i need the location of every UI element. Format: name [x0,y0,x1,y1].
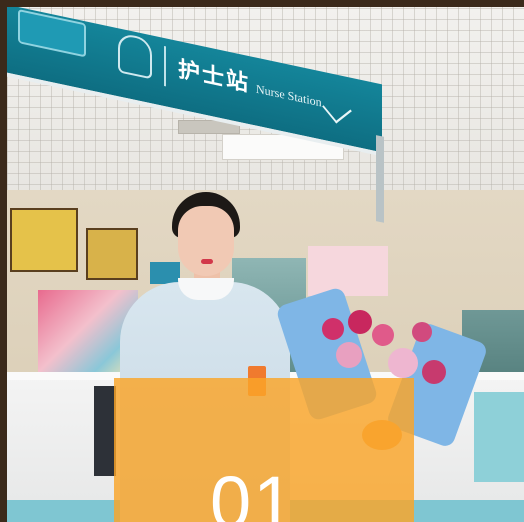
sign-divider [164,46,166,87]
frame-edge [0,0,524,7]
counter-panel [474,392,524,482]
wave-icon [322,94,352,124]
overlay-number: 01 [210,461,297,522]
flower [336,342,362,368]
flower [422,360,446,384]
sign-chinese-text: 护士站 [178,56,251,98]
wall-poster [308,246,388,296]
flower [322,318,344,340]
nurse-station-photo: 护士站 Nurse Station 01 [0,0,524,522]
flower [372,324,394,346]
flower [412,322,432,342]
flower [388,348,418,378]
frame-edge [0,0,7,522]
flower [348,310,372,334]
sign-bracket [376,135,384,223]
sign-english-text: Nurse Station [256,81,322,110]
nurse-lips [201,259,213,264]
nurse-cap-icon [118,32,152,80]
wall-plaque [10,208,78,272]
nurse-face [178,206,234,276]
